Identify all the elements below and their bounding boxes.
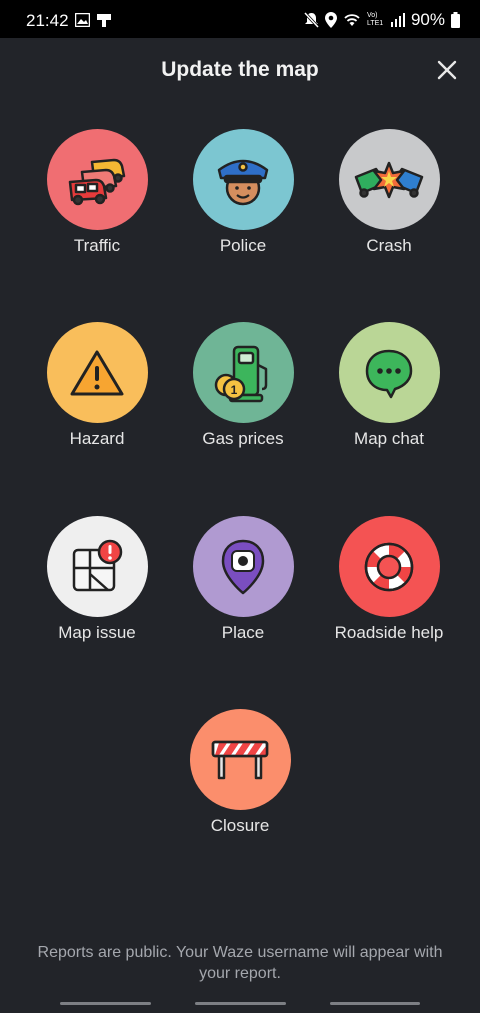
police-circle bbox=[192, 129, 294, 230]
battery-percent: 90% bbox=[410, 10, 445, 29]
report-police-label: Police bbox=[219, 236, 267, 255]
camera-pin-icon bbox=[221, 539, 265, 594]
report-roadside-help-button[interactable]: Roadside help bbox=[324, 516, 454, 643]
network-label: Vo) LTE1 bbox=[366, 12, 384, 27]
report-crash-label: Crash bbox=[366, 236, 412, 255]
map-issue-circle bbox=[46, 516, 148, 617]
report-gas-prices-button[interactable]: 1 Gas prices bbox=[178, 322, 308, 449]
map-chat-circle bbox=[338, 322, 440, 423]
crash-circle bbox=[338, 129, 440, 230]
battery-icon bbox=[451, 12, 460, 28]
wifi-icon bbox=[344, 14, 360, 26]
traffic-icon bbox=[68, 158, 126, 205]
report-map-chat-button[interactable]: Map chat bbox=[324, 322, 454, 449]
nav-recents-button[interactable] bbox=[60, 1002, 151, 1005]
hazard-circle bbox=[46, 322, 148, 423]
report-crash-button[interactable]: Crash bbox=[324, 129, 454, 256]
status-time: 21:42 bbox=[26, 11, 69, 30]
gas-prices-circle: 1 bbox=[192, 322, 294, 423]
close-button[interactable] bbox=[433, 56, 461, 84]
report-closure-button[interactable]: Closure bbox=[175, 709, 305, 836]
report-place-button[interactable]: Place bbox=[178, 516, 308, 643]
report-gas-prices-label: Gas prices bbox=[202, 429, 284, 448]
report-hazard-label: Hazard bbox=[69, 429, 125, 448]
report-map-issue-button[interactable]: Map issue bbox=[32, 516, 162, 643]
report-map-chat-label: Map chat bbox=[354, 429, 424, 448]
lifebuoy-icon bbox=[364, 542, 414, 591]
status-bar: 21:42 Vo) LTE1 90% bbox=[0, 0, 480, 38]
report-hazard-button[interactable]: Hazard bbox=[32, 322, 162, 449]
svg-text:1: 1 bbox=[231, 383, 238, 397]
crash-icon bbox=[354, 161, 424, 198]
nav-back-button[interactable] bbox=[330, 1002, 420, 1005]
system-navigation-bar bbox=[0, 996, 480, 1013]
nav-home-button[interactable] bbox=[195, 1002, 286, 1005]
roadside-help-circle bbox=[338, 516, 440, 617]
report-map-issue-label: Map issue bbox=[58, 623, 136, 642]
report-place-label: Place bbox=[221, 623, 265, 642]
close-icon bbox=[437, 60, 457, 80]
map-issue-icon bbox=[72, 539, 123, 591]
road-barrier-icon bbox=[211, 740, 269, 779]
chat-bubble-icon bbox=[365, 349, 413, 398]
signal-icon bbox=[390, 13, 405, 27]
report-traffic-button[interactable]: Traffic bbox=[32, 129, 162, 256]
report-roadside-help-label: Roadside help bbox=[334, 623, 444, 642]
hazard-icon bbox=[70, 350, 124, 395]
report-police-button[interactable]: Police bbox=[178, 129, 308, 256]
place-circle bbox=[192, 516, 294, 617]
reports-public-notice: Reports are public. Your Waze username w… bbox=[37, 944, 443, 982]
traffic-circle bbox=[46, 129, 148, 230]
police-icon bbox=[217, 159, 269, 205]
location-icon bbox=[324, 12, 337, 28]
closure-circle bbox=[189, 709, 291, 810]
device-icon bbox=[97, 14, 111, 27]
report-traffic-label: Traffic bbox=[73, 236, 121, 255]
gallery-icon bbox=[75, 13, 90, 27]
dialog-title: Update the map bbox=[161, 58, 319, 81]
gas-pump-icon: 1 bbox=[214, 345, 268, 402]
mute-icon bbox=[303, 12, 319, 28]
report-closure-label: Closure bbox=[210, 816, 270, 835]
